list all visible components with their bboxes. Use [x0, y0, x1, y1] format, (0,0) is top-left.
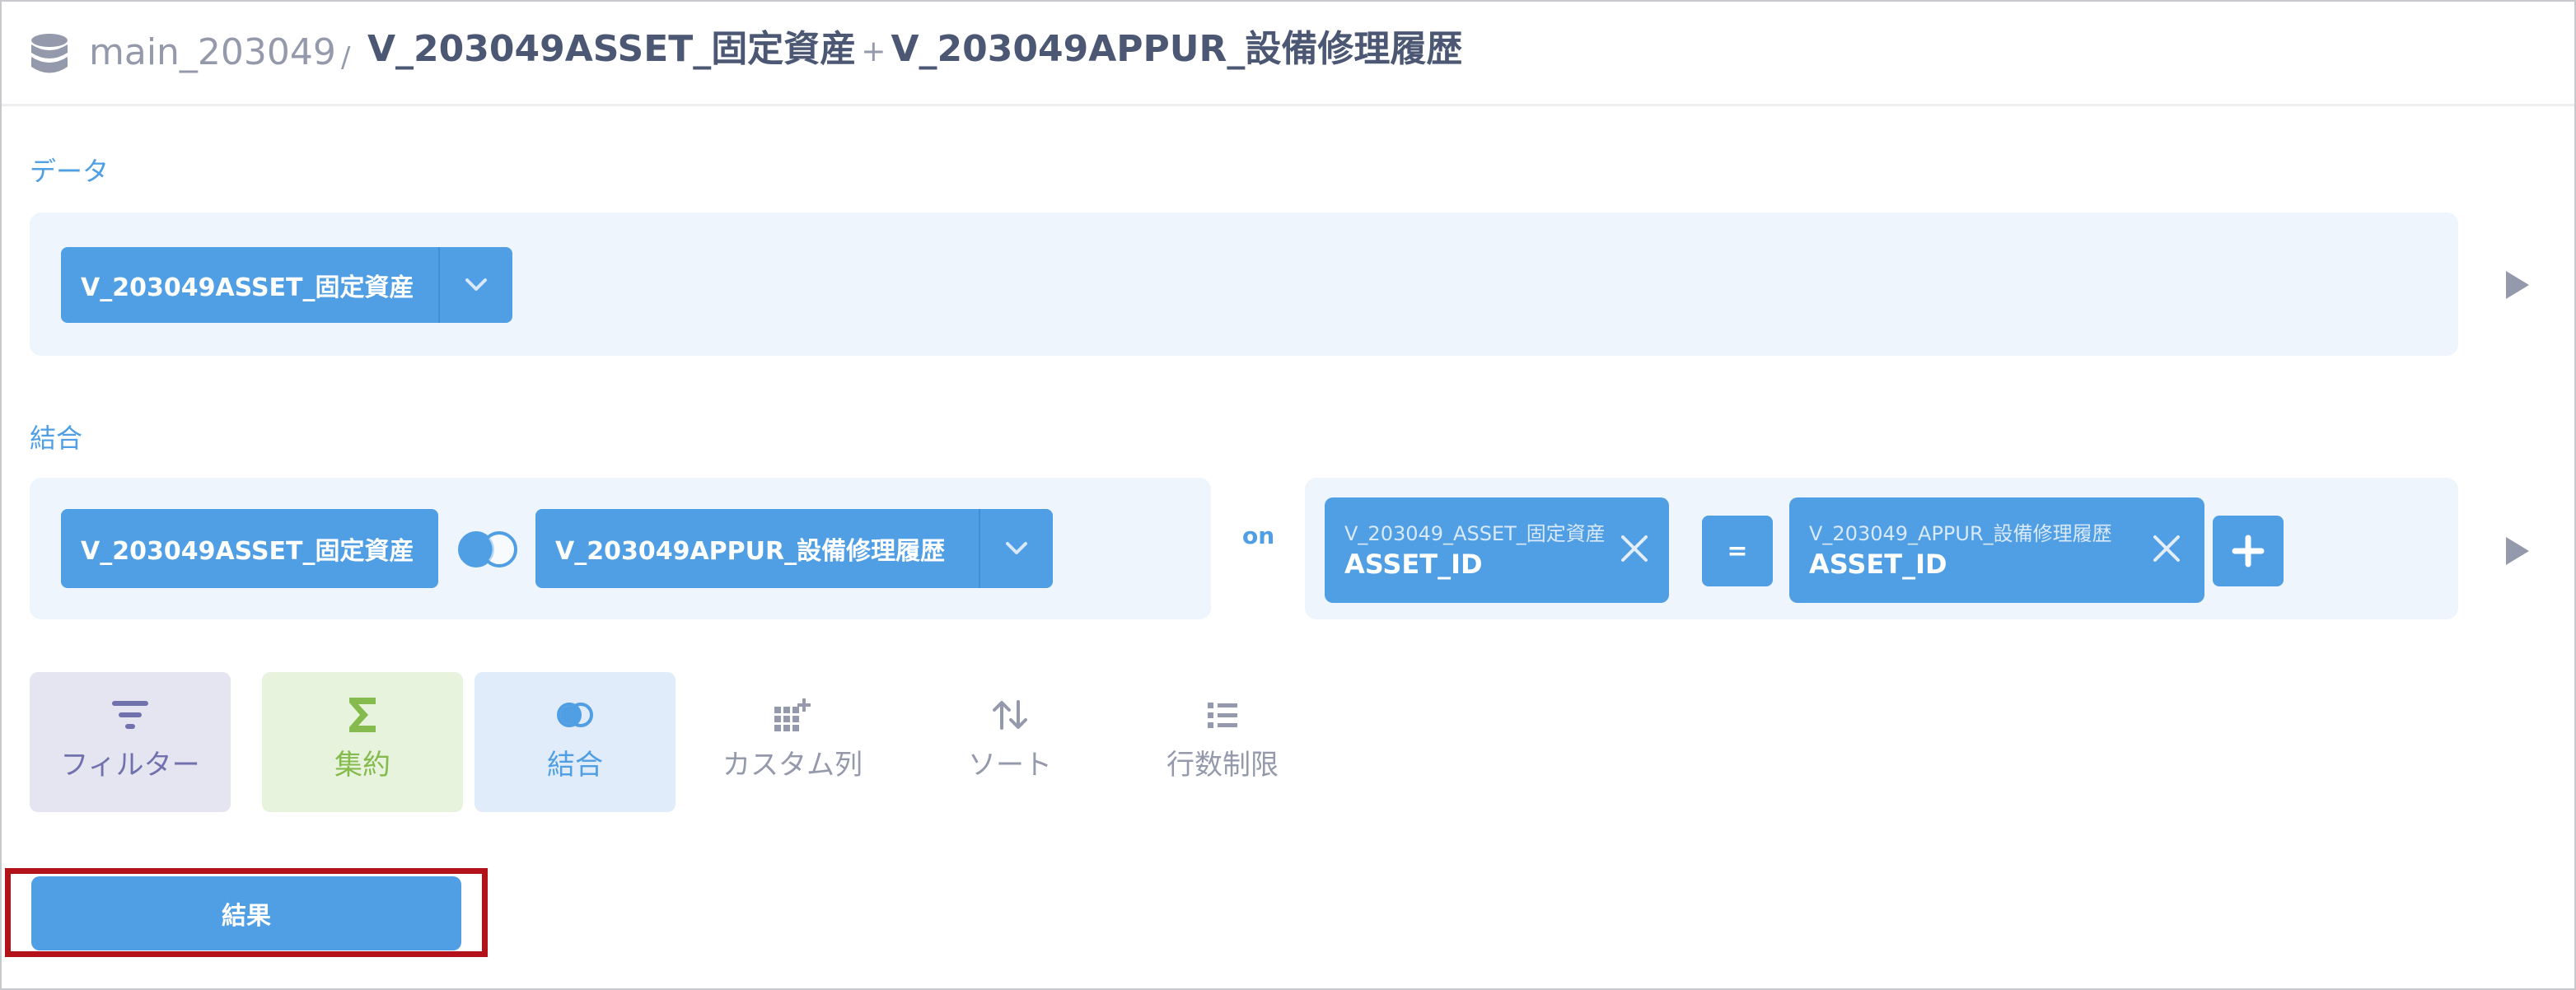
breadcrumb-separator: /: [341, 41, 351, 74]
grid-plus-icon: [774, 698, 811, 731]
join-right-column[interactable]: V_203049_APPUR_設備修理履歴 ASSET_ID: [1789, 497, 2204, 603]
join-action-label: 結合: [547, 749, 603, 782]
sigma-icon: [349, 698, 376, 732]
sort-arrows-icon: [993, 700, 1027, 730]
data-step-label: データ: [30, 156, 110, 187]
plus-icon: [2232, 535, 2265, 567]
filter-icon: [112, 701, 148, 729]
filter-action-label: フィルター: [60, 749, 200, 782]
data-step-panel: V_203049ASSET_固定資産: [30, 212, 2458, 356]
close-icon[interactable]: [1616, 530, 1653, 567]
data-table-picker[interactable]: V_203049ASSET_固定資産: [61, 247, 512, 323]
custom-column-action-button[interactable]: カスタム列: [692, 672, 893, 812]
list-icon: [1208, 703, 1237, 728]
join-left-table[interactable]: V_203049ASSET_固定資産: [61, 509, 438, 588]
title-plus: +: [861, 35, 886, 68]
page-title: V_203049ASSET_固定資産 + V_203049APPUR_設備修理履歴: [367, 23, 1462, 78]
notebook-editor: main_203049 / V_203049ASSET_固定資産 + V_20304…: [0, 0, 2576, 990]
summarize-action-button[interactable]: 集約: [262, 672, 463, 812]
title-right-table: V_203049APPUR_設備修理履歴: [891, 28, 1463, 70]
row-limit-action-button[interactable]: 行数制限: [1122, 672, 1323, 812]
row-limit-action-label: 行数制限: [1166, 749, 1279, 782]
add-condition-button[interactable]: [2213, 516, 2284, 586]
join-right-column-name: ASSET_ID: [1809, 549, 1947, 580]
chevron-down-icon: [1006, 542, 1027, 554]
join-right-column-table: V_203049_APPUR_設備修理履歴: [1809, 522, 2112, 545]
sort-action-label: ソート: [968, 749, 1052, 782]
join-left-column[interactable]: V_203049_ASSET_固定資産 ASSET_ID: [1325, 497, 1669, 603]
join-step-label: 結合: [30, 423, 83, 454]
join-right-table-dropdown[interactable]: [979, 509, 1053, 588]
preview-data-play-icon[interactable]: [2506, 271, 2529, 299]
join-on-label: on: [1242, 522, 1275, 549]
breadcrumb-database[interactable]: main_203049: [89, 26, 336, 79]
close-icon[interactable]: [2148, 530, 2185, 567]
custom-column-action-label: カスタム列: [722, 749, 863, 782]
header-breadcrumb: main_203049 / V_203049ASSET_固定資産 + V_20304…: [2, 2, 2574, 106]
join-icon: [557, 703, 593, 727]
join-right-table-picker[interactable]: V_203049APPUR_設備修理履歴: [535, 509, 1053, 588]
sort-action-button[interactable]: ソート: [909, 672, 1110, 812]
filter-action-button[interactable]: フィルター: [30, 672, 231, 812]
summarize-action-label: 集約: [334, 749, 390, 782]
join-action-button[interactable]: 結合: [475, 672, 676, 812]
database-icon: [31, 34, 68, 73]
join-operator-button[interactable]: =: [1702, 516, 1773, 586]
highlight-annotation-box: [5, 868, 488, 957]
data-table-name: V_203049ASSET_固定資産: [81, 273, 414, 302]
join-conditions-panel: V_203049_ASSET_固定資産 ASSET_ID = V_203049_…: [1305, 478, 2458, 619]
chevron-down-icon: [465, 278, 487, 291]
join-type-icon[interactable]: [456, 529, 519, 570]
preview-join-play-icon[interactable]: [2506, 537, 2529, 565]
title-left-table: V_203049ASSET_固定資産: [367, 28, 857, 70]
join-left-table-name: V_203049ASSET_固定資産: [81, 537, 414, 566]
join-tables-panel: V_203049ASSET_固定資産 V_203049APPUR_設備修理履歴: [30, 478, 1211, 619]
join-left-column-table: V_203049_ASSET_固定資産: [1344, 522, 1606, 545]
data-table-dropdown[interactable]: [438, 247, 512, 323]
join-left-column-name: ASSET_ID: [1344, 549, 1483, 580]
join-right-table-name: V_203049APPUR_設備修理履歴: [555, 537, 946, 566]
